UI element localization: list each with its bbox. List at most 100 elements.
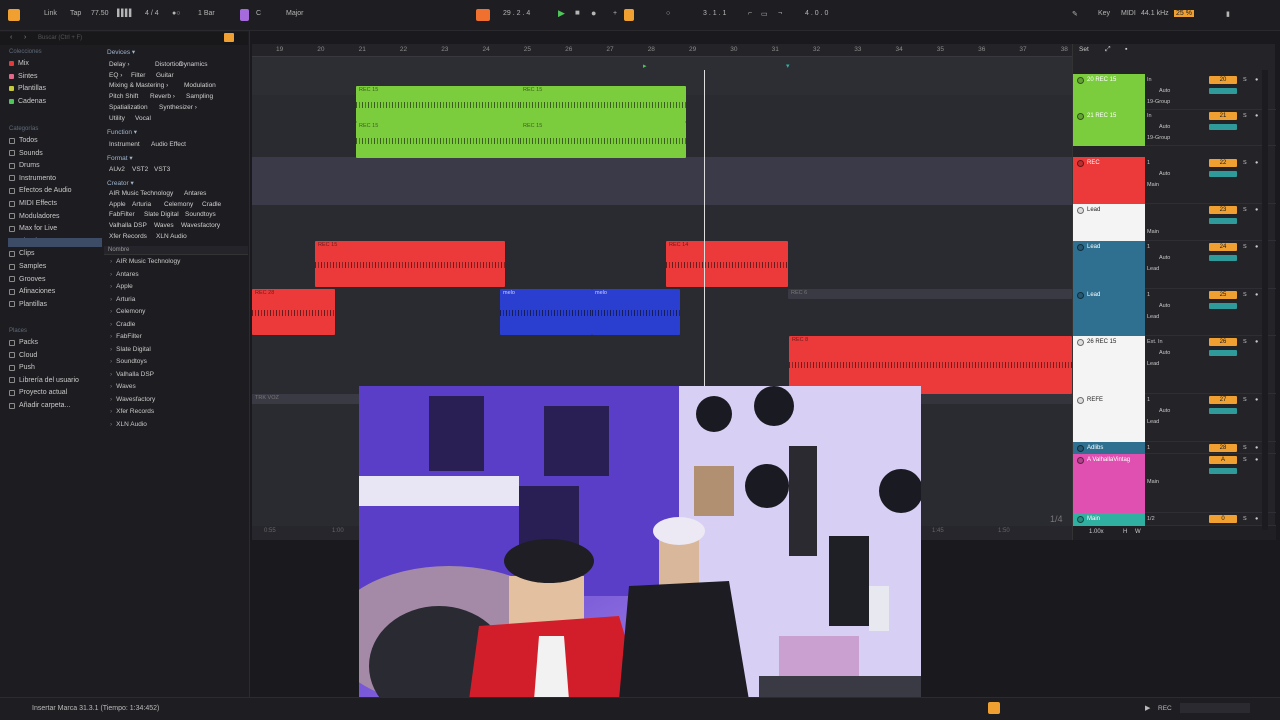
category-item[interactable]: Max for Live: [9, 225, 57, 232]
key-map-button[interactable]: Key: [1098, 10, 1110, 17]
audio-clip[interactable]: melo: [592, 289, 680, 335]
overdub-icon[interactable]: +: [613, 10, 617, 17]
category-item[interactable]: Moduladores: [9, 213, 59, 220]
track-number[interactable]: 24: [1209, 243, 1237, 251]
monitor-mode[interactable]: Auto: [1159, 408, 1170, 414]
audio-clip[interactable]: REC 15: [356, 122, 526, 158]
track-activator-icon[interactable]: [1077, 244, 1084, 251]
plugin-folder[interactable]: Soundtoys: [110, 358, 147, 365]
output-route[interactable]: Main: [1147, 229, 1159, 235]
draw-mode-icon[interactable]: ✎: [1072, 10, 1078, 18]
input-select[interactable]: Ext. In: [1147, 339, 1163, 345]
monitor-mode[interactable]: Auto: [1159, 124, 1170, 130]
device-tag[interactable]: Filter: [131, 72, 145, 79]
plugin-folder[interactable]: Waves: [110, 383, 136, 390]
creator-tag[interactable]: Valhalla DSP: [109, 222, 147, 229]
volume-fader[interactable]: [1209, 88, 1237, 94]
solo-icon[interactable]: S: [1243, 397, 1247, 403]
arm-icon[interactable]: ●: [1255, 397, 1258, 403]
creator-tag[interactable]: Arturia: [132, 201, 151, 208]
solo-icon[interactable]: S: [1243, 445, 1247, 451]
solo-icon[interactable]: S: [1243, 244, 1247, 250]
output-route[interactable]: 19-Group: [1147, 99, 1170, 105]
arm-icon[interactable]: ●: [1255, 77, 1258, 83]
device-tag[interactable]: Guitar: [156, 72, 174, 79]
input-select[interactable]: 1/2: [1147, 516, 1155, 522]
track-header[interactable]: 26 REC 15: [1073, 336, 1145, 394]
input-select[interactable]: 1: [1147, 445, 1150, 451]
plugin-folder[interactable]: AIR Music Technology: [110, 258, 180, 265]
track-number[interactable]: 0: [1209, 515, 1237, 523]
punch-out-icon[interactable]: ¬: [778, 10, 782, 17]
input-select[interactable]: 1: [1147, 244, 1150, 250]
monitor-mode[interactable]: Auto: [1159, 303, 1170, 309]
track-activator-icon[interactable]: [1077, 113, 1084, 120]
view-toggle-icon[interactable]: [8, 9, 20, 21]
output-route[interactable]: Lead: [1147, 314, 1159, 320]
tag-audio-effect[interactable]: Audio Effect: [151, 141, 186, 148]
loop-icon[interactable]: ○: [666, 10, 670, 17]
solo-icon[interactable]: S: [1243, 339, 1247, 345]
plugin-folder[interactable]: Arturia: [110, 296, 135, 303]
arm-icon[interactable]: ●: [1255, 113, 1258, 119]
track-activator-icon[interactable]: [1077, 207, 1084, 214]
record-icon[interactable]: ●: [591, 8, 596, 18]
scale-select[interactable]: Major: [286, 10, 304, 17]
creator-tag[interactable]: AIR Music Technology: [109, 190, 173, 197]
back-icon[interactable]: ‹: [10, 34, 12, 41]
track-number[interactable]: 21: [1209, 112, 1237, 120]
place-item[interactable]: Librería del usuario: [9, 377, 79, 384]
loop-marker-icon[interactable]: ▸: [643, 62, 647, 70]
collection-mix[interactable]: Mix: [9, 60, 29, 67]
audio-clip[interactable]: REC 15: [520, 86, 686, 122]
creator-tag[interactable]: Slate Digital: [144, 211, 179, 218]
place-item[interactable]: Añadir carpeta...: [9, 402, 70, 409]
creator-tag[interactable]: Antares: [184, 190, 206, 197]
metronome-icon[interactable]: ●○: [172, 10, 180, 17]
place-item[interactable]: Cloud: [9, 352, 37, 359]
arrangement-record-icon[interactable]: [476, 9, 490, 21]
playhead[interactable]: [704, 70, 705, 390]
device-tag[interactable]: Pitch Shift: [109, 93, 138, 100]
plugin-folder[interactable]: Cradle: [110, 321, 135, 328]
search-input[interactable]: Buscar (Ctrl + F): [38, 35, 82, 41]
device-tag[interactable]: EQ ›: [109, 72, 122, 79]
loop-toggle-icon[interactable]: ▭: [761, 10, 768, 18]
audio-clip[interactable]: REC 15: [356, 86, 526, 122]
output-route[interactable]: Lead: [1147, 266, 1159, 272]
audio-clip[interactable]: REC 28: [252, 289, 335, 335]
creator-tag[interactable]: FabFilter: [109, 211, 135, 218]
tag-vst3[interactable]: VST3: [154, 166, 170, 173]
plugin-folder[interactable]: Apple: [110, 283, 133, 290]
input-select[interactable]: In: [1147, 113, 1152, 119]
plugin-folder[interactable]: FabFilter: [110, 333, 142, 340]
arm-icon[interactable]: ●: [1255, 457, 1258, 463]
creator-header[interactable]: Creator ▾: [107, 179, 134, 187]
volume-fader[interactable]: [1209, 468, 1237, 474]
track-number[interactable]: 28: [1209, 444, 1237, 452]
format-header[interactable]: Format ▾: [107, 154, 133, 162]
creator-tag[interactable]: Celemony: [164, 201, 193, 208]
solo-icon[interactable]: S: [1243, 292, 1247, 298]
solo-icon[interactable]: S: [1243, 207, 1247, 213]
device-tag[interactable]: Modulation: [184, 82, 216, 89]
width-toggle[interactable]: W: [1135, 529, 1141, 535]
arm-icon[interactable]: ●: [1255, 292, 1258, 298]
monitor-mode[interactable]: Auto: [1159, 255, 1170, 261]
plugin-folder[interactable]: Slate Digital: [110, 346, 151, 353]
volume-fader[interactable]: [1209, 171, 1237, 177]
creator-tag[interactable]: Waves: [154, 222, 174, 229]
grid-zoom-label[interactable]: 1/4: [1050, 514, 1063, 524]
track-header[interactable]: REC: [1073, 157, 1145, 204]
plugin-folder[interactable]: Celemony: [110, 308, 145, 315]
track-number[interactable]: 27: [1209, 396, 1237, 404]
height-toggle[interactable]: H: [1123, 529, 1127, 535]
device-tag[interactable]: Delay ›: [109, 61, 130, 68]
category-item[interactable]: Drums: [9, 162, 40, 169]
automation-arm-icon[interactable]: [624, 9, 634, 21]
audio-clip[interactable]: REC 14: [666, 241, 788, 287]
creator-tag[interactable]: Cradle: [202, 201, 221, 208]
category-item[interactable]: MIDI Effects: [9, 200, 57, 207]
track-header[interactable]: Lead: [1073, 204, 1145, 241]
input-select[interactable]: 1: [1147, 292, 1150, 298]
